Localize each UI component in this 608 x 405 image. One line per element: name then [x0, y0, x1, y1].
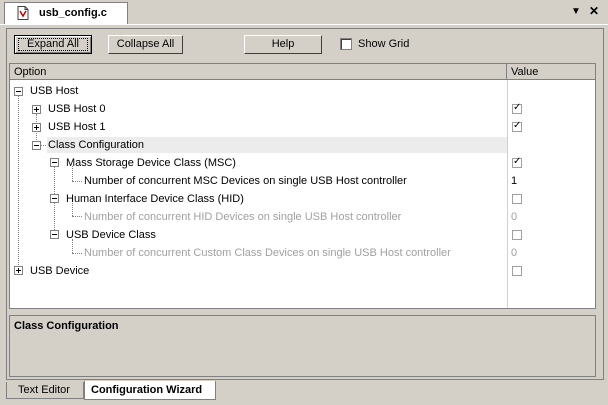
- column-divider: [507, 80, 508, 308]
- column-header-value[interactable]: Value: [507, 64, 595, 80]
- tree-item-usb-device-class[interactable]: USB Device Class: [66, 229, 156, 241]
- expand-toggle-icon[interactable]: [14, 266, 23, 275]
- expand-toggle-icon[interactable]: [32, 123, 41, 132]
- document-tab-title: usb_config.c: [39, 7, 107, 19]
- custom-class-count-value: 0: [511, 247, 518, 259]
- show-grid-checkbox[interactable]: [340, 38, 352, 50]
- tree-line: [18, 96, 19, 271]
- tree-item-custom-class-count: Number of concurrent Custom Class Device…: [84, 247, 451, 259]
- c-file-icon: [17, 6, 29, 20]
- collapse-toggle-icon[interactable]: [14, 87, 23, 96]
- collapse-toggle-icon[interactable]: [50, 230, 59, 239]
- help-button[interactable]: Help: [244, 35, 322, 54]
- option-header-label: Option: [14, 66, 47, 78]
- description-title: Class Configuration: [14, 320, 119, 332]
- hid-checkbox[interactable]: [512, 194, 522, 204]
- expand-all-label: Expand All: [27, 38, 79, 50]
- tree-item-usb-device[interactable]: USB Device: [30, 265, 89, 277]
- tree-line: [72, 239, 73, 253]
- tree-item-class-configuration[interactable]: Class Configuration: [48, 139, 144, 151]
- tree-line: [72, 253, 82, 254]
- msc-checkbox[interactable]: [512, 156, 522, 168]
- expand-all-button[interactable]: Expand All: [14, 35, 92, 54]
- tree-item-hid-count: Number of concurrent HID Devices on sing…: [84, 211, 402, 223]
- collapse-all-button[interactable]: Collapse All: [108, 35, 183, 54]
- usb-host-1-checkbox[interactable]: [512, 120, 522, 132]
- value-header-label: Value: [511, 66, 539, 78]
- tree-item-hid[interactable]: Human Interface Device Class (HID): [66, 193, 244, 205]
- tree-item-usb-host-0[interactable]: USB Host 0: [48, 103, 105, 115]
- msc-count-value[interactable]: 1: [511, 175, 517, 187]
- column-header-option[interactable]: Option: [10, 64, 507, 80]
- tab-configuration-wizard[interactable]: Configuration Wizard: [84, 381, 216, 400]
- text-editor-tab-label: Text Editor: [18, 384, 70, 396]
- tree-item-msc-count[interactable]: Number of concurrent MSC Devices on sing…: [84, 175, 407, 187]
- close-icon[interactable]: ✕: [589, 4, 599, 18]
- usb-device-class-checkbox[interactable]: [512, 230, 522, 240]
- usb-host-0-checkbox[interactable]: [512, 102, 522, 114]
- show-grid-label[interactable]: Show Grid: [358, 38, 409, 50]
- document-tab[interactable]: usb_config.c: [4, 2, 128, 24]
- collapse-toggle-icon[interactable]: [50, 194, 59, 203]
- tree-line: [72, 181, 82, 182]
- tab-text-editor[interactable]: Text Editor: [6, 382, 84, 399]
- hid-count-value: 0: [511, 211, 518, 223]
- tree-item-msc[interactable]: Mass Storage Device Class (MSC): [66, 157, 236, 169]
- tree-item-usb-host[interactable]: USB Host: [30, 85, 78, 97]
- tree-line: [72, 216, 82, 217]
- configuration-wizard-tab-label: Configuration Wizard: [91, 384, 203, 396]
- collapse-toggle-icon[interactable]: [50, 158, 59, 167]
- expand-toggle-icon[interactable]: [32, 105, 41, 114]
- collapse-toggle-icon[interactable]: [32, 141, 41, 150]
- usb-device-checkbox[interactable]: [512, 266, 522, 276]
- tree-item-usb-host-1[interactable]: USB Host 1: [48, 121, 105, 133]
- window-list-dropdown-icon[interactable]: ▼: [571, 6, 581, 17]
